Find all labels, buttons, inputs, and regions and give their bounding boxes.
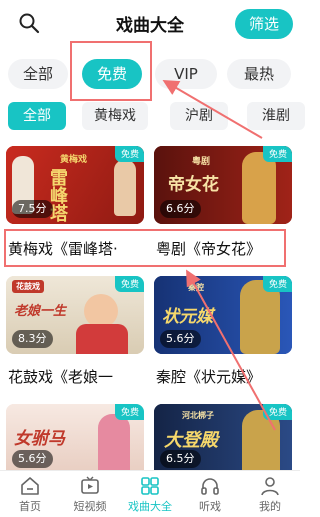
nav-home[interactable]: 首页 xyxy=(0,475,60,515)
nav-label: 我的 xyxy=(259,500,281,513)
nav-label: 首页 xyxy=(19,500,41,513)
video-card-2[interactable]: 粤剧 帝女花 免费 6.6分 xyxy=(154,146,292,224)
genre-huaiju[interactable]: 淮剧 xyxy=(247,102,305,130)
thumb-title: 帝女花 xyxy=(168,175,219,195)
video-title[interactable]: 花鼓戏《老娘一 xyxy=(8,366,144,387)
free-badge: 免费 xyxy=(262,146,292,162)
tab-all[interactable]: 全部 xyxy=(8,59,68,89)
performer-figure xyxy=(98,414,130,470)
performer-figure xyxy=(242,152,276,224)
thumb-title: 大登殿 xyxy=(164,430,218,451)
nav-label: 短视频 xyxy=(73,500,107,513)
video-icon xyxy=(81,476,99,494)
nav-opera-collection[interactable]: 戏曲大全 xyxy=(120,475,180,515)
free-badge: 免费 xyxy=(114,276,144,292)
nav-label: 听戏 xyxy=(199,500,221,513)
rating-badge: 8.3分 xyxy=(12,330,53,348)
nav-label: 戏曲大全 xyxy=(128,500,172,513)
thumb-title: 老娘一生 xyxy=(14,304,67,319)
user-icon xyxy=(261,477,279,496)
performer-costume xyxy=(76,324,128,354)
genre-huangmeixi[interactable]: 黄梅戏 xyxy=(82,102,148,130)
tab-vip[interactable]: VIP xyxy=(155,59,217,89)
thumb-title: 状元媒 xyxy=(162,307,213,327)
headphones-icon xyxy=(201,478,219,495)
thumb-genre-label: 秦腔 xyxy=(188,282,204,292)
annotation-box-free-tab xyxy=(70,41,152,101)
thumb-genre-label: 粤剧 xyxy=(192,157,211,167)
grid-icon xyxy=(141,477,159,495)
video-card-4[interactable]: 秦腔 状元媒 免费 5.6分 xyxy=(154,276,292,354)
performer-face xyxy=(84,294,118,328)
genre-all[interactable]: 全部 xyxy=(8,102,66,130)
bottom-nav: 首页 短视频 戏曲大全 听戏 我的 xyxy=(0,470,300,517)
performer-figure xyxy=(114,160,136,216)
rating-badge: 6.6分 xyxy=(160,200,201,218)
thumb-title: 女驸马 xyxy=(14,429,65,449)
video-card-3[interactable]: 花鼓戏 老娘一生 免费 8.3分 xyxy=(6,276,144,354)
video-card-6[interactable]: 河北梆子 大登殿 免费 6.5分 xyxy=(154,404,292,470)
nav-profile[interactable]: 我的 xyxy=(240,475,300,515)
free-badge: 免费 xyxy=(262,276,292,292)
nav-listen[interactable]: 听戏 xyxy=(180,475,240,515)
home-icon xyxy=(21,477,39,495)
rating-badge: 5.6分 xyxy=(160,330,201,348)
thumb-genre-label: 花鼓戏 xyxy=(12,280,44,293)
video-title[interactable]: 秦腔《状元媒》 xyxy=(156,366,292,387)
free-badge: 免费 xyxy=(262,404,292,420)
rating-badge: 5.6分 xyxy=(12,450,53,468)
annotation-box-captions xyxy=(4,229,286,267)
thumb-genre-label: 黄梅戏 xyxy=(60,155,88,165)
nav-short-video[interactable]: 短视频 xyxy=(60,475,120,515)
tab-hottest[interactable]: 最热 xyxy=(227,59,291,89)
thumb-genre-label: 河北梆子 xyxy=(182,410,214,420)
genre-tabs: 全部 黄梅戏 沪剧 淮剧 xyxy=(0,98,305,134)
genre-huju[interactable]: 沪剧 xyxy=(170,102,228,130)
video-card-5[interactable]: 女驸马 免费 5.6分 xyxy=(6,404,144,470)
rating-badge: 6.5分 xyxy=(160,450,201,468)
filter-button[interactable]: 筛选 xyxy=(235,9,293,39)
free-badge: 免费 xyxy=(114,404,144,420)
free-badge: 免费 xyxy=(114,146,144,162)
video-card-1[interactable]: 黄梅戏 雷峰塔 免费 7.5分 xyxy=(6,146,144,224)
rating-badge: 7.5分 xyxy=(12,200,53,218)
